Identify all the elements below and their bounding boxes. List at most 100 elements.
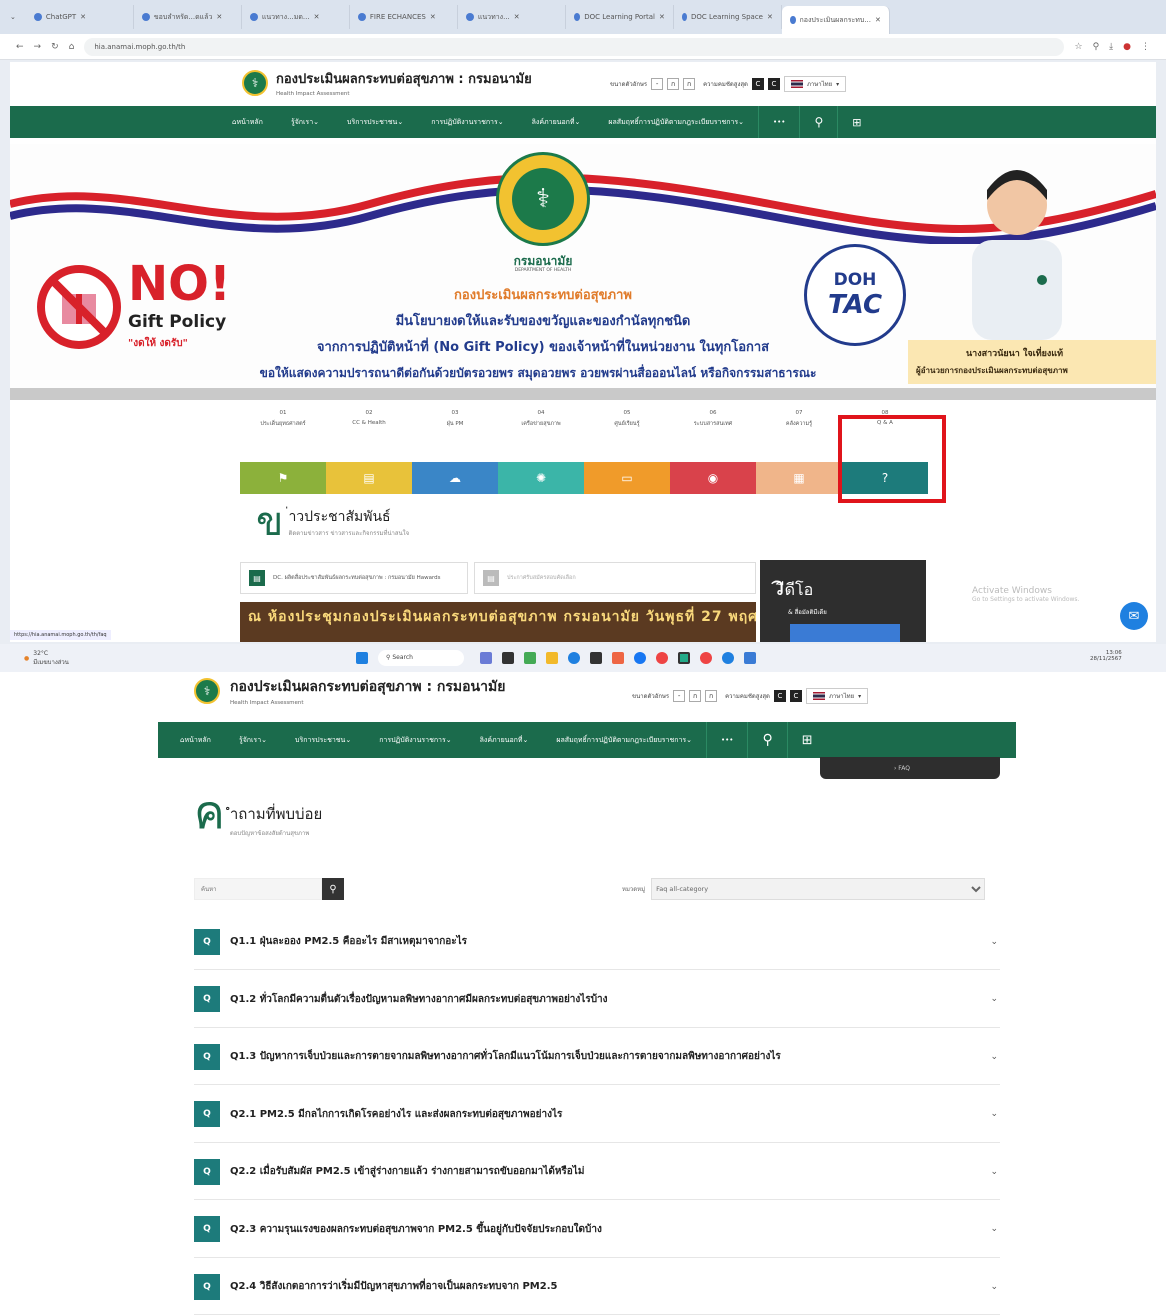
close-icon[interactable]: ✕: [514, 13, 520, 21]
nav-item[interactable]: ผลสัมฤทธิ์การปฏิบัติตามกฎระเบียบราชการ ⌄: [594, 106, 758, 138]
search-icon[interactable]: ⚲: [747, 722, 786, 758]
clock[interactable]: 13:06 28/11/2567: [1090, 650, 1122, 662]
nav-item[interactable]: การปฏิบัติงานราชการ ⌄: [417, 106, 517, 138]
browser-tab[interactable]: DOC Learning Space ✕: [674, 5, 782, 29]
contrast-button-1[interactable]: C: [751, 78, 764, 90]
app-icon[interactable]: [480, 652, 492, 664]
close-icon[interactable]: ✕: [875, 16, 881, 24]
folder-icon[interactable]: [546, 652, 558, 664]
start-icon[interactable]: [356, 652, 368, 664]
faq-item[interactable]: Q Q1.2 ทั่วโลกมีความตื่นตัวเรื่องปัญหามลพ…: [194, 972, 1000, 1028]
search-button[interactable]: ⚲: [322, 878, 344, 900]
app-icon[interactable]: [612, 652, 624, 664]
nav-item[interactable]: ⌂ หน้าหลัก: [166, 722, 225, 758]
menu-icon[interactable]: ⋮: [1141, 42, 1150, 52]
nav-item[interactable]: ลิงค์ภายนอกที่ ⌄: [466, 722, 543, 758]
nav-item[interactable]: รู้จักเรา ⌄: [225, 722, 281, 758]
search-icon[interactable]: ⚲: [799, 106, 837, 138]
browser-tab[interactable]: แนวทาง... ✕: [458, 5, 566, 29]
contrast-button-2[interactable]: C: [789, 690, 802, 702]
site-logo-icon[interactable]: ⚕: [242, 69, 268, 96]
sitemap-icon[interactable]: ⊞: [786, 722, 827, 758]
category-select[interactable]: Faq all-category: [651, 878, 986, 900]
browser-tab[interactable]: DOC Learning Portal ✕: [566, 5, 674, 29]
faq-item[interactable]: Q Q1.1 ฝุ่นละออง PM2.5 คืออะไร มีสาเหตุมา…: [194, 914, 1000, 970]
quicklink-button[interactable]: ▤: [326, 462, 412, 494]
font-normal-button[interactable]: ก: [689, 690, 702, 702]
quicklink-label[interactable]: 01 ประเด็นยุทธศาสตร์: [240, 410, 326, 428]
language-select[interactable]: ภาษาไทย ▾: [805, 688, 869, 704]
font-increase-button[interactable]: ก: [705, 690, 718, 702]
extensions-icon[interactable]: ⚲: [1093, 42, 1100, 52]
font-decrease-button[interactable]: -: [651, 78, 664, 90]
edge-icon[interactable]: [568, 652, 580, 664]
site-logo-icon[interactable]: ⚕: [194, 678, 220, 704]
url-field[interactable]: hia.anamai.moph.go.th/th: [84, 37, 1065, 56]
profile-icon[interactable]: ●: [1123, 42, 1131, 52]
chrome-icon[interactable]: [700, 652, 712, 664]
app-icon[interactable]: [502, 652, 514, 664]
tab-search-icon[interactable]: ⌄: [0, 13, 26, 21]
quicklink-button[interactable]: ◉: [670, 462, 756, 494]
news-card-1[interactable]: ▤ DC. ผลิตสื่อประชาสัมพันธ์ผลกระทบต่อสุข…: [240, 562, 468, 594]
quicklink-label[interactable]: 04 เครือข่ายสุขภาพ: [498, 410, 584, 428]
facebook-icon[interactable]: [634, 652, 646, 664]
close-icon[interactable]: ✕: [216, 13, 222, 21]
nav-item[interactable]: รู้จักเรา ⌄: [277, 106, 333, 138]
bookmark-star-icon[interactable]: ☆: [1074, 42, 1082, 52]
nav-more-button[interactable]: •••: [758, 106, 799, 138]
browser-tab[interactable]: FIRE ECHANCES ✕: [350, 5, 458, 29]
font-normal-button[interactable]: ก: [667, 78, 680, 90]
contrast-button-2[interactable]: C: [767, 78, 780, 90]
taskbar-search[interactable]: ⚲ Search: [378, 650, 464, 666]
font-decrease-button[interactable]: -: [673, 690, 686, 702]
close-icon[interactable]: ✕: [430, 13, 436, 21]
back-icon[interactable]: ←: [16, 42, 24, 52]
quicklink-label[interactable]: 03 ฝุ่น PM: [412, 410, 498, 428]
close-icon[interactable]: ✕: [767, 13, 773, 21]
nav-item[interactable]: การปฏิบัติงานราชการ ⌄: [365, 722, 465, 758]
faq-item[interactable]: Q Q2.1 PM2.5 มีกลไกการเกิดโรคอย่างไร และส…: [194, 1087, 1000, 1143]
app-icon[interactable]: [590, 652, 602, 664]
nav-item[interactable]: ⌂ หน้าหลัก: [218, 106, 277, 138]
chevron-down-icon[interactable]: ⌄: [990, 1052, 998, 1062]
chrome-icon[interactable]: [656, 652, 668, 664]
app-icon[interactable]: [524, 652, 536, 664]
news-image-strip[interactable]: ณ ห้องประชุมกองประเมินผลกระทบต่อสุขภาพ ก…: [240, 602, 756, 642]
browser-tab[interactable]: ขอบลำหรัด...ดแล้ว ✕: [134, 5, 242, 29]
chevron-down-icon[interactable]: ⌄: [990, 1109, 998, 1119]
sitemap-icon[interactable]: ⊞: [837, 106, 875, 138]
font-increase-button[interactable]: ก: [683, 78, 696, 90]
reload-icon[interactable]: ↻: [51, 42, 59, 52]
chevron-down-icon[interactable]: ⌄: [990, 994, 998, 1004]
quicklink-button[interactable]: ☁: [412, 462, 498, 494]
faq-item[interactable]: Q Q2.2 เมื่อรับสัมผัส PM2.5 เข้าสู่ร่างกา…: [194, 1144, 1000, 1200]
quicklink-button[interactable]: ⚑: [240, 462, 326, 494]
app-icon[interactable]: [744, 652, 756, 664]
nav-item[interactable]: บริการประชาชน ⌄: [333, 106, 417, 138]
quicklink-label[interactable]: 05 ศูนย์เรียนรู้: [584, 410, 670, 428]
quicklink-button[interactable]: ▭: [584, 462, 670, 494]
faq-search-input[interactable]: [194, 878, 322, 900]
chevron-down-icon[interactable]: ⌄: [990, 1224, 998, 1234]
home-icon[interactable]: ⌂: [69, 42, 75, 52]
chevron-down-icon[interactable]: ⌄: [990, 1167, 998, 1177]
nav-item[interactable]: บริการประชาชน ⌄: [281, 722, 365, 758]
browser-tab[interactable]: กองประเมินผลกระทบ... ✕: [781, 6, 890, 34]
quicklink-button[interactable]: ▦: [756, 462, 842, 494]
close-icon[interactable]: ✕: [659, 13, 665, 21]
contrast-button-1[interactable]: C: [773, 690, 786, 702]
download-icon[interactable]: ⤓: [1109, 42, 1113, 52]
faq-item[interactable]: Q Q2.3 ความรุนแรงของผลกระทบต่อสุขภาพจาก P…: [194, 1202, 1000, 1258]
language-select[interactable]: ภาษาไทย ▾: [783, 76, 847, 92]
browser-tab[interactable]: แนวทาง...มด... ✕: [242, 5, 350, 29]
app-icon[interactable]: [722, 652, 734, 664]
quicklink-button[interactable]: ✺: [498, 462, 584, 494]
faq-item[interactable]: Q Q2.4 วิธีสังเกตอาการว่าเริ่มมีปัญหาสุขภ…: [194, 1259, 1000, 1315]
chevron-down-icon[interactable]: ⌄: [990, 1282, 998, 1292]
quicklink-label[interactable]: 02 CC & Health: [326, 410, 412, 426]
quicklink-label[interactable]: 06 ระบบสารสนเทศ: [670, 410, 756, 428]
video-thumbnail[interactable]: [790, 624, 900, 642]
nav-item[interactable]: ลิงค์ภายนอกที่ ⌄: [518, 106, 595, 138]
messenger-chat-icon[interactable]: ✉: [1120, 602, 1148, 630]
